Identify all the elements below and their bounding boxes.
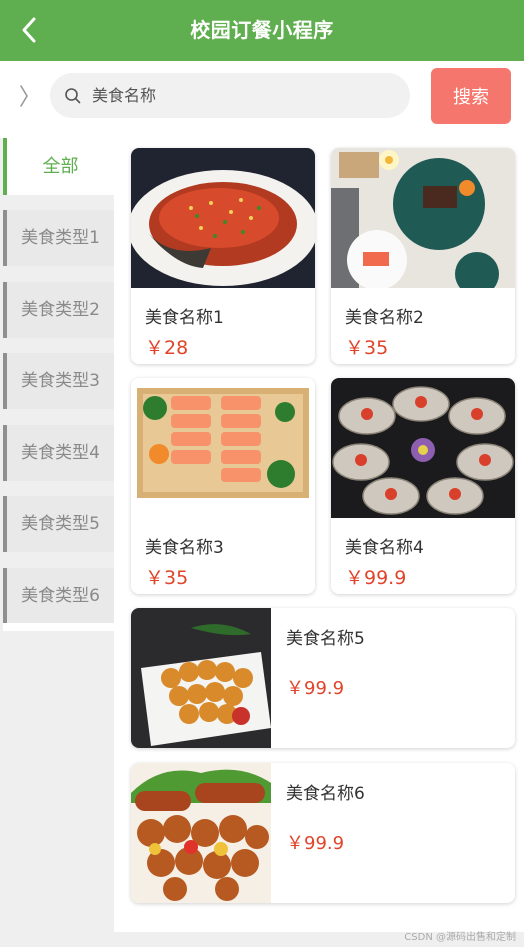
food-list: 美食名称1 ￥28 美食名称2 ￥35 美食名称3 ￥35 美食名称4 ￥99.… [114, 138, 524, 932]
food-image [131, 148, 315, 288]
food-price: ￥35 [345, 337, 389, 359]
sidebar-spacer [3, 623, 114, 631]
category-item[interactable]: 美食类型4 [3, 425, 114, 481]
food-card[interactable]: 美食名称4 ￥99.9 [331, 378, 515, 594]
food-image [131, 763, 271, 903]
food-name: 美食名称1 [145, 308, 224, 328]
category-item[interactable]: 美食类型5 [3, 496, 114, 552]
search-icon [64, 87, 82, 105]
food-card[interactable]: 美食名称6 ￥99.9 [131, 763, 515, 903]
category-all[interactable]: 全部 [3, 138, 114, 195]
app-header: 校园订餐小程序 [0, 0, 524, 61]
category-item[interactable]: 美食类型2 [3, 282, 114, 338]
food-name: 美食名称2 [345, 308, 424, 328]
food-name: 美食名称5 [286, 629, 365, 649]
food-card[interactable]: 美食名称5 ￥99.9 [131, 608, 515, 748]
search-bar: 搜索 [0, 61, 524, 138]
food-price: ￥35 [145, 567, 189, 589]
category-item[interactable]: 美食类型3 [3, 353, 114, 409]
food-name: 美食名称6 [286, 784, 365, 804]
food-name: 美食名称3 [145, 538, 224, 558]
expand-sidebar-button[interactable] [12, 81, 36, 111]
search-box[interactable] [50, 73, 410, 118]
food-card[interactable]: 美食名称3 ￥35 [131, 378, 315, 594]
food-card[interactable]: 美食名称2 ￥35 [331, 148, 515, 364]
page-title: 校园订餐小程序 [190, 18, 334, 42]
food-price: ￥99.9 [345, 567, 407, 589]
food-image [331, 148, 515, 288]
watermark: CSDN @源码出售和定制 [404, 932, 516, 943]
chevron-right-icon [20, 85, 28, 107]
food-price: ￥99.9 [286, 678, 345, 699]
food-card[interactable]: 美食名称1 ￥28 [131, 148, 315, 364]
food-price: ￥99.9 [286, 833, 345, 854]
food-image [131, 608, 271, 748]
food-price: ￥28 [145, 337, 189, 359]
food-name: 美食名称4 [345, 538, 424, 558]
category-item[interactable]: 美食类型6 [3, 568, 114, 624]
search-button[interactable]: 搜索 [431, 68, 511, 124]
food-image [331, 378, 515, 518]
search-input[interactable] [90, 85, 384, 106]
food-image [131, 378, 315, 518]
category-item[interactable]: 美食类型1 [3, 210, 114, 266]
